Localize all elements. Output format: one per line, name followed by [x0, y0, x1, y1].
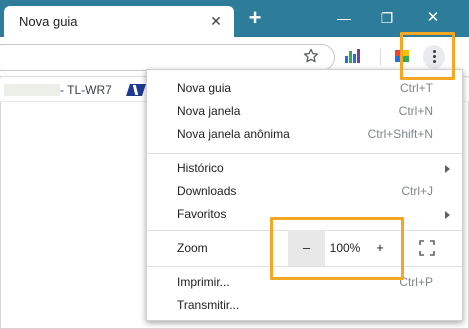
- minimize-button[interactable]: —: [329, 7, 359, 29]
- zoom-label: Zoom: [177, 241, 208, 255]
- tab-nova-guia[interactable]: Nova guia ✕: [4, 6, 234, 37]
- menu-item-label: Downloads: [177, 184, 237, 198]
- chrome-main-menu: Nova guia Ctrl+T Nova janela Ctrl+N Nova…: [146, 69, 463, 321]
- menu-item-label: Imprimir...: [177, 275, 230, 289]
- extension-chart-icon[interactable]: [344, 48, 362, 64]
- highlight-menu-button: [400, 32, 455, 80]
- bookmark-item[interactable]: - TL-WR7: [60, 83, 112, 97]
- fullscreen-icon[interactable]: [419, 240, 435, 256]
- menu-item-label: Nova janela: [177, 104, 241, 118]
- menu-item-label: Favoritos: [177, 207, 227, 221]
- menu-item-label: Histórico: [177, 161, 224, 175]
- title-bar: Nova guia ✕ + — ❐ ✕: [0, 0, 469, 37]
- new-tab-button[interactable]: +: [244, 7, 266, 30]
- menu-item-shortcut: Ctrl+J: [401, 184, 433, 198]
- bookmark-logo-icon[interactable]: [126, 84, 146, 96]
- menu-item-nova-janela[interactable]: Nova janela Ctrl+N: [147, 101, 462, 123]
- menu-item-historico[interactable]: Histórico: [147, 158, 462, 180]
- maximize-button[interactable]: ❐: [372, 7, 402, 29]
- menu-item-label: Nova guia: [177, 81, 232, 95]
- menu-item-label: Transmitir...: [177, 298, 240, 312]
- menu-item-shortcut: Ctrl+P: [399, 275, 433, 289]
- toolbar-divider: [380, 49, 381, 65]
- menu-item-transmitir[interactable]: Transmitir...: [147, 295, 462, 317]
- menu-item-label: Nova janela anônima: [177, 127, 290, 141]
- menu-item-downloads[interactable]: Downloads Ctrl+J: [147, 181, 462, 203]
- menu-item-shortcut: Ctrl+Shift+N: [367, 127, 433, 141]
- menu-separator: [147, 153, 462, 154]
- tab-title: Nova guia: [19, 14, 78, 29]
- menu-item-shortcut: Ctrl+N: [398, 104, 433, 118]
- highlight-zoom-controls: [270, 217, 404, 280]
- menu-item-nova-guia[interactable]: Nova guia Ctrl+T: [147, 78, 462, 100]
- bookmark-star-icon[interactable]: [302, 47, 320, 65]
- menu-item-nova-janela-anonima[interactable]: Nova janela anônima Ctrl+Shift+N: [147, 124, 462, 146]
- menu-item-shortcut: Ctrl+T: [400, 81, 433, 95]
- close-window-button[interactable]: ✕: [418, 7, 448, 29]
- address-bar[interactable]: [0, 44, 335, 71]
- blurred-bookmark[interactable]: [4, 84, 60, 96]
- tab-close-icon[interactable]: ✕: [208, 13, 224, 29]
- submenu-arrow-icon: [445, 211, 450, 219]
- submenu-arrow-icon: [445, 165, 450, 173]
